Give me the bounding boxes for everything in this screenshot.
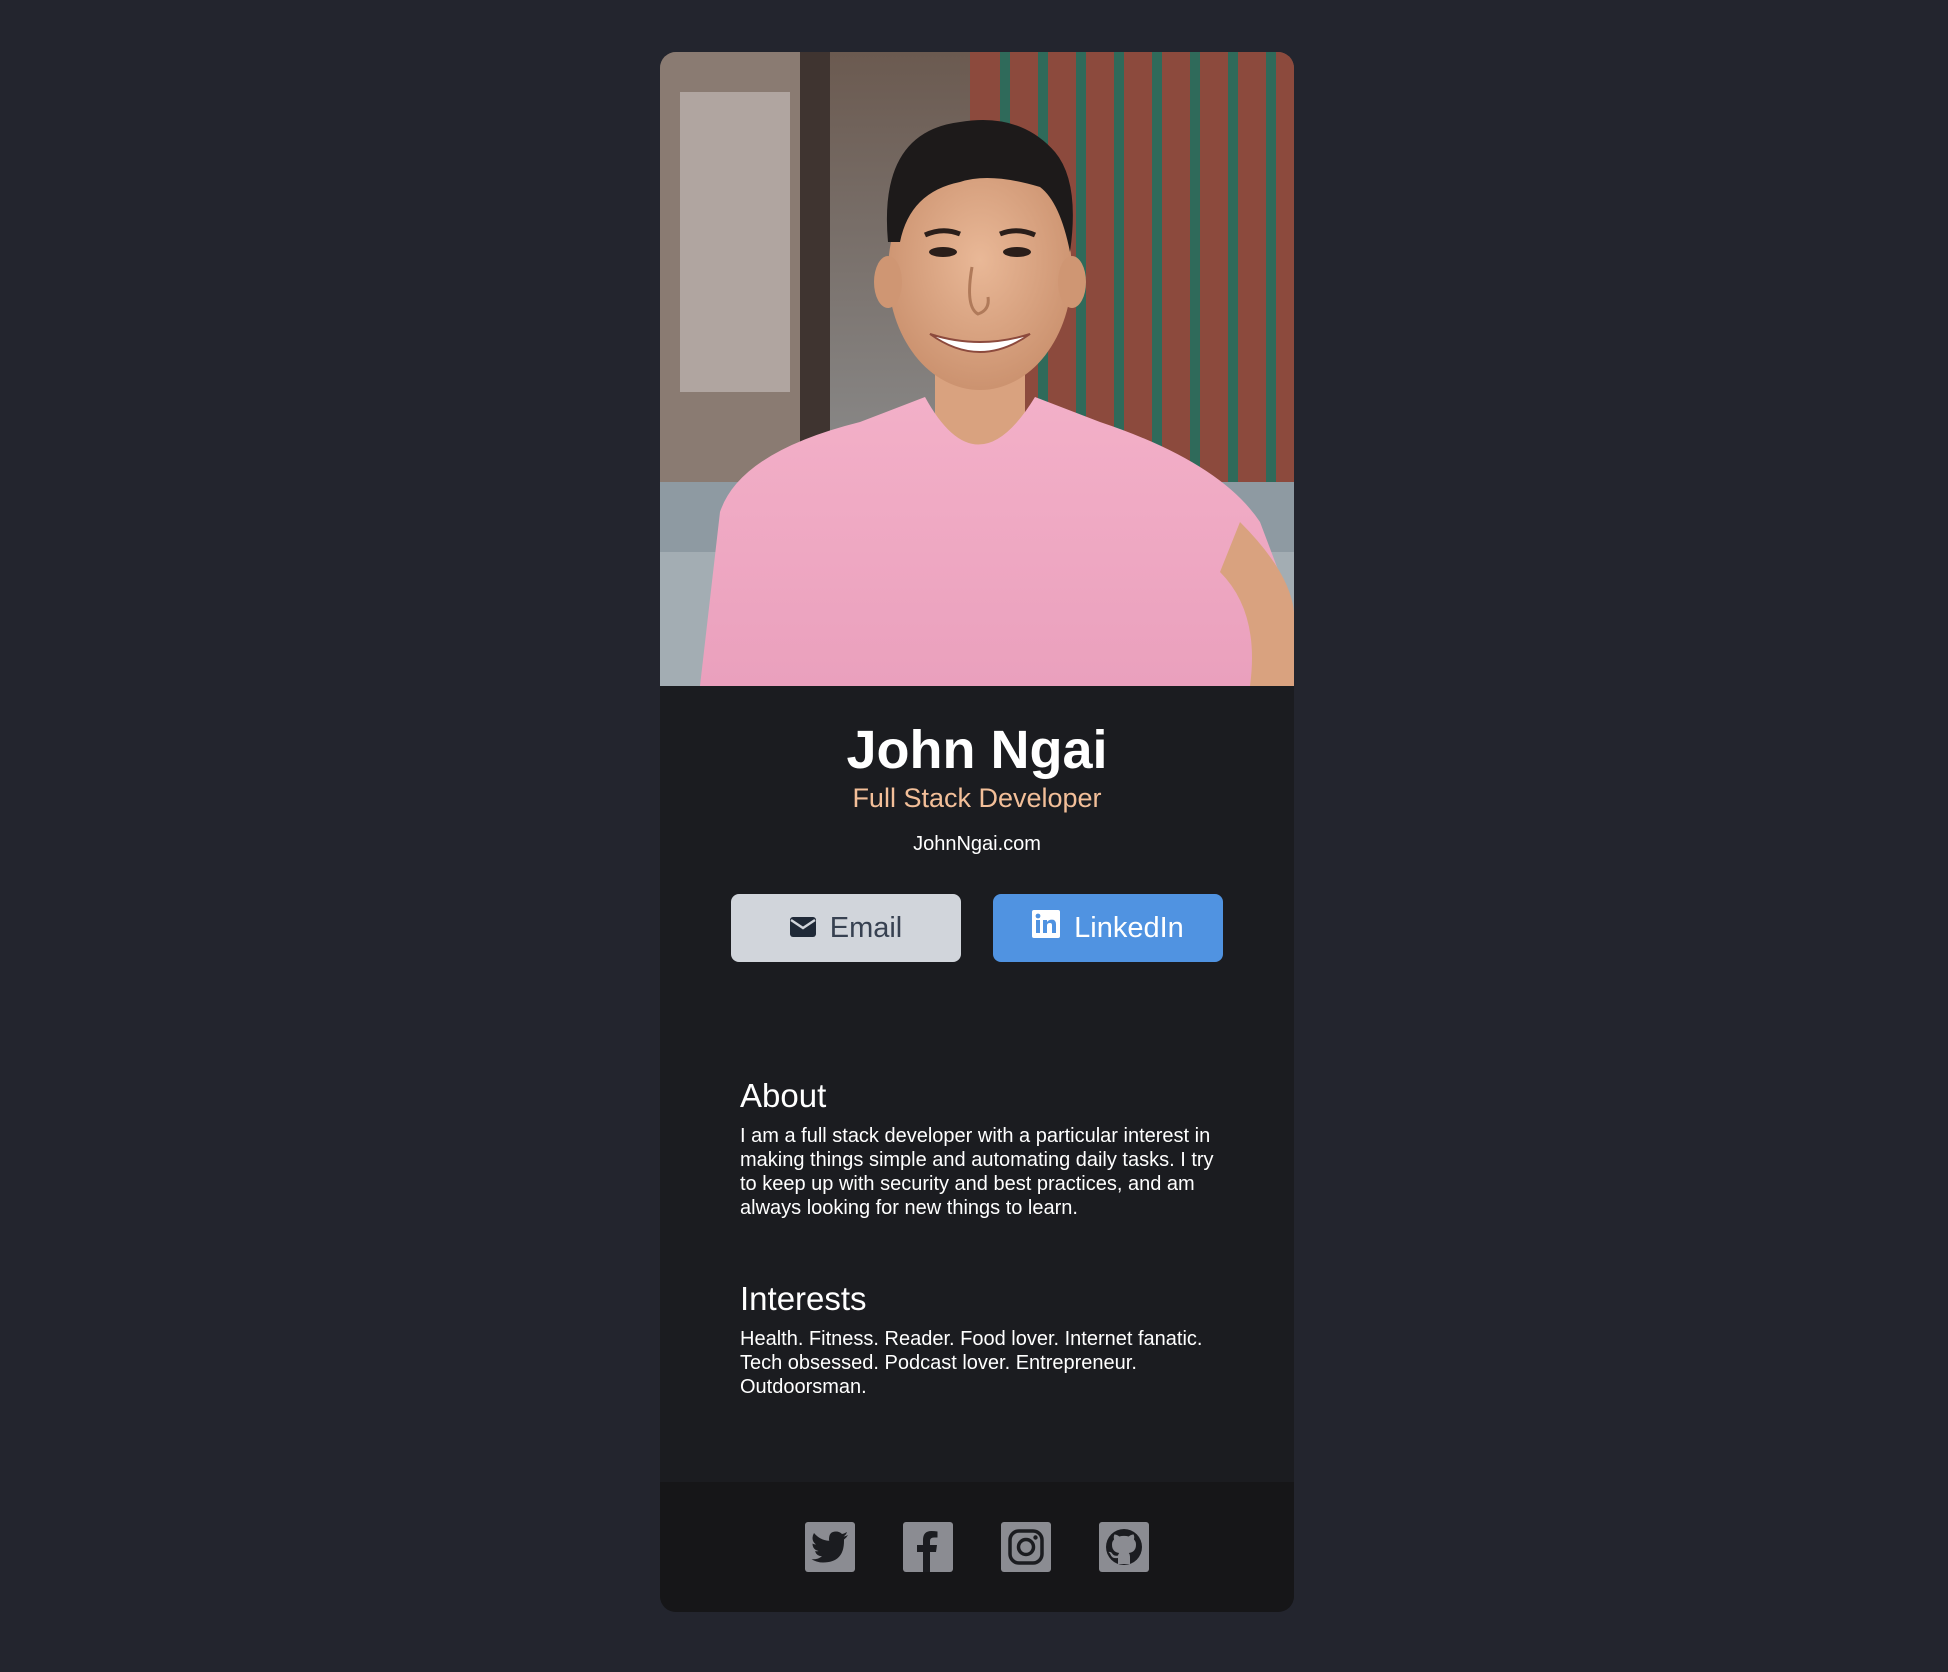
facebook-icon[interactable]	[903, 1522, 953, 1572]
interests-section: Interests Health. Fitness. Reader. Food …	[740, 1279, 1230, 1399]
interests-text: Health. Fitness. Reader. Food lover. Int…	[740, 1327, 1203, 1398]
twitter-icon[interactable]	[805, 1522, 855, 1572]
instagram-icon[interactable]	[1001, 1522, 1051, 1572]
profile-card: John Ngai Full Stack Developer JohnNgai.…	[660, 52, 1294, 1612]
about-section: About I am a full stack developer with a…	[740, 1076, 1230, 1220]
social-footer	[660, 1482, 1294, 1612]
linkedin-button-label: LinkedIn	[1074, 911, 1184, 944]
website-link[interactable]: JohnNgai.com	[660, 832, 1294, 856]
profile-name: John Ngai	[846, 720, 1108, 780]
linkedin-icon	[1032, 910, 1061, 946]
about-heading: About	[740, 1077, 827, 1114]
linkedin-button[interactable]: LinkedIn	[993, 894, 1223, 962]
email-button-label: Email	[829, 911, 903, 944]
interests-heading: Interests	[740, 1280, 867, 1317]
profile-photo	[660, 52, 1294, 686]
envelope-icon	[789, 912, 816, 945]
github-icon[interactable]	[1099, 1522, 1149, 1572]
profile-role: Full Stack Developer	[852, 783, 1102, 813]
about-text: I am a full stack developer with a parti…	[740, 1124, 1214, 1219]
email-button[interactable]: Email	[731, 894, 961, 962]
